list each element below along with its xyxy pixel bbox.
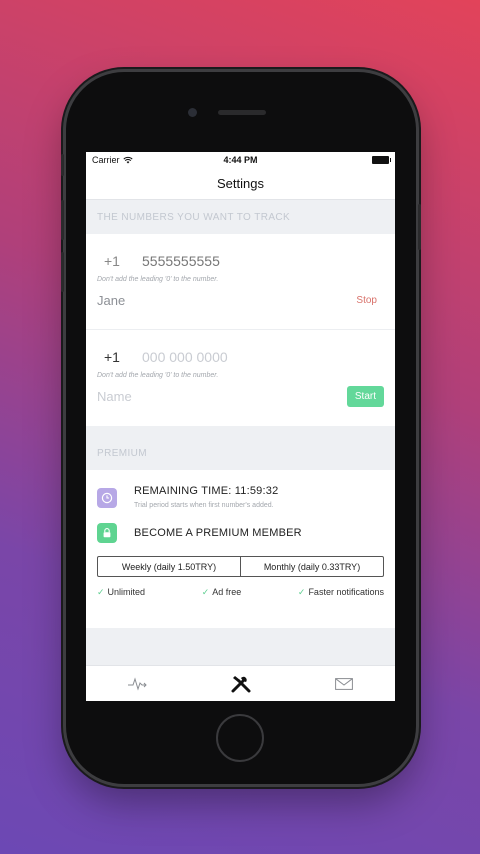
feature-label: Ad free: [212, 587, 242, 597]
country-code-field[interactable]: +1: [97, 349, 142, 365]
feature-item: ✓ Ad free: [202, 587, 242, 598]
phone-number-field[interactable]: 5555555555: [142, 253, 220, 269]
become-premium-text: BECOME A PREMIUM MEMBER: [134, 527, 302, 539]
tracked-number-entry: +1 5555555555 Don't add the leading '0' …: [86, 234, 395, 330]
tab-activity[interactable]: [86, 666, 189, 701]
tracking-section-header: THE NUMBERS YOU WANT TO TRACK: [86, 200, 395, 234]
remaining-time-text: REMAINING TIME: 11:59:32 Trial period st…: [134, 485, 278, 509]
phone-number-input[interactable]: 000 000 0000: [142, 349, 228, 365]
premium-card: REMAINING TIME: 11:59:32 Trial period st…: [86, 470, 395, 628]
volume-up-button: [61, 200, 64, 240]
mute-switch: [61, 154, 64, 176]
status-bar: Carrier 4:44 PM: [86, 152, 395, 168]
nav-bar: Settings: [86, 168, 395, 200]
check-icon: ✓: [297, 587, 306, 597]
page-title: Settings: [217, 176, 264, 191]
feature-label: Unlimited: [107, 587, 146, 597]
earpiece-speaker: [218, 110, 266, 115]
clock-icon: [97, 488, 117, 508]
become-premium-title: BECOME A PREMIUM MEMBER: [134, 527, 302, 539]
remaining-time-title: REMAINING TIME: 11:59:32: [134, 485, 279, 497]
status-time: 4:44 PM: [223, 155, 258, 165]
tab-bar: [86, 665, 395, 701]
remaining-time-row: REMAINING TIME: 11:59:32 Trial period st…: [86, 485, 395, 509]
phone-row: +1 5555555555: [97, 234, 384, 280]
new-number-entry: +1 000 000 0000 Don't add the leading '0…: [86, 330, 395, 426]
feature-item: ✓ Unlimited: [97, 587, 145, 598]
tools-icon: [231, 675, 250, 692]
section-spacer: [86, 426, 395, 436]
country-code-field[interactable]: +1: [97, 253, 142, 269]
battery-icon: [372, 156, 391, 164]
lock-icon: [97, 523, 117, 543]
tracking-card: +1 5555555555 Don't add the leading '0' …: [86, 234, 395, 426]
tab-settings[interactable]: [189, 666, 292, 701]
number-hint: Don't add the leading '0' to the number.: [97, 372, 219, 379]
contact-name-field[interactable]: Jane: [97, 293, 125, 308]
phone-row: +1 000 000 0000: [97, 330, 384, 376]
app-screen: Carrier 4:44 PM Settings THE NUMBERS YOU…: [86, 152, 395, 701]
name-row: Name Start: [97, 381, 384, 411]
weekly-plan-button[interactable]: Weekly (daily 1.50TRY): [98, 557, 240, 576]
name-row: Jane Stop: [97, 285, 384, 315]
feature-list: ✓ Unlimited ✓ Ad free ✓ Faster notification…: [86, 587, 395, 598]
mail-icon: [334, 677, 353, 690]
plan-selector: Weekly (daily 1.50TRY) Monthly (daily 0.…: [97, 556, 384, 577]
trial-note: Trial period starts when first number's …: [134, 502, 274, 509]
activity-icon: [127, 676, 147, 691]
check-icon: ✓: [97, 587, 105, 597]
become-premium-row[interactable]: BECOME A PREMIUM MEMBER: [86, 523, 395, 543]
number-hint: Don't add the leading '0' to the number.: [97, 276, 219, 283]
start-button[interactable]: Start: [346, 385, 384, 407]
front-camera: [188, 108, 197, 117]
name-input[interactable]: Name: [97, 389, 132, 404]
tab-messages[interactable]: [292, 666, 395, 701]
feature-label: Faster notifications: [308, 587, 384, 597]
feature-item: ✓ Faster notifications: [298, 587, 384, 598]
premium-section-header: PREMIUM: [86, 436, 395, 470]
monthly-plan-button[interactable]: Monthly (daily 0.33TRY): [240, 557, 383, 576]
power-button: [418, 204, 421, 250]
stop-button[interactable]: Stop: [356, 295, 384, 306]
home-button[interactable]: [216, 714, 264, 762]
check-icon: ✓: [201, 587, 210, 597]
volume-down-button: [61, 252, 64, 292]
